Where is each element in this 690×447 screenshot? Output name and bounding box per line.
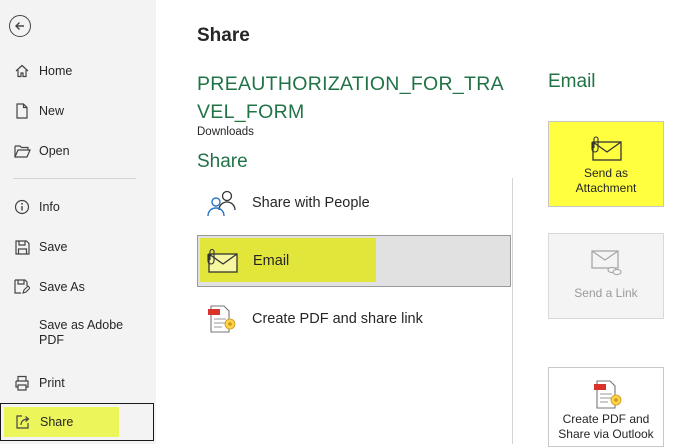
sidebar-item-label: Info (39, 200, 60, 214)
share-people-icon (201, 186, 241, 220)
button-label: Create PDF and Share via Outlook (558, 412, 654, 441)
sidebar-item-label: Save as Adobe PDF (39, 318, 124, 347)
back-button[interactable] (9, 15, 31, 37)
option-label: Create PDF and share link (252, 311, 423, 327)
send-as-attachment-button[interactable]: Send as Attachment (548, 121, 664, 207)
sidebar-item-save-as-adobe-pdf[interactable]: Save as Adobe PDF (0, 318, 156, 354)
button-label: Send a Link (574, 286, 638, 300)
panel-divider (512, 178, 513, 444)
sidebar-item-home[interactable]: Home (0, 53, 156, 89)
button-label: Send as Attachment (575, 166, 637, 195)
share-with-people-option[interactable]: Share with People (197, 178, 511, 228)
sidebar-item-share-row: Share (1, 404, 151, 439)
sidebar-item-label: Home (39, 64, 73, 78)
pdf-outlook-icon (589, 378, 623, 412)
email-link-icon (588, 244, 624, 278)
folder-open-icon (13, 142, 31, 160)
email-attachment-icon (588, 132, 624, 166)
sidebar-item-label: Share (40, 414, 74, 429)
back-arrow-icon (15, 22, 24, 30)
sidebar-item-info[interactable]: Info (0, 189, 156, 225)
sidebar-item-print[interactable]: Print (0, 365, 156, 401)
email-panel-title: Email (548, 71, 596, 92)
option-label: Email (253, 253, 290, 269)
sidebar-item-label: Print (39, 376, 65, 390)
sidebar-item-open[interactable]: Open (0, 133, 156, 169)
send-a-link-button[interactable]: Send a Link (548, 233, 664, 319)
page-title: Share (197, 25, 250, 46)
backstage-sidebar: Home New Open Info Save Save As Save as … (0, 0, 156, 444)
sidebar-item-label: Save As (39, 280, 85, 294)
sidebar-item-save[interactable]: Save (0, 229, 156, 265)
info-icon (13, 198, 31, 216)
new-document-icon (13, 102, 31, 120)
option-label: Share with People (252, 195, 370, 211)
sidebar-item-new[interactable]: New (0, 93, 156, 129)
sidebar-item-label: Save (39, 240, 68, 254)
document-location: Downloads (197, 126, 254, 138)
print-icon (13, 374, 31, 392)
sidebar-item-share[interactable]: Share (0, 403, 154, 441)
share-icon (14, 413, 32, 431)
create-pdf-share-outlook-button[interactable]: Create PDF and Share via Outlook (548, 367, 664, 447)
email-icon (202, 244, 242, 278)
email-option[interactable]: Email (197, 235, 511, 287)
share-section-title: Share (197, 151, 248, 172)
sidebar-item-save-as[interactable]: Save As (0, 269, 156, 305)
create-pdf-icon (201, 302, 241, 336)
save-as-icon (13, 278, 31, 296)
sidebar-divider (13, 178, 136, 179)
create-pdf-share-link-option[interactable]: Create PDF and share link (197, 294, 511, 344)
document-filename: PREAUTHORIZATION_FOR_TRAVEL_FORM (197, 73, 504, 123)
sidebar-item-label: Open (39, 144, 70, 158)
save-icon (13, 238, 31, 256)
home-icon (13, 62, 31, 80)
sidebar-item-label: New (39, 104, 65, 118)
